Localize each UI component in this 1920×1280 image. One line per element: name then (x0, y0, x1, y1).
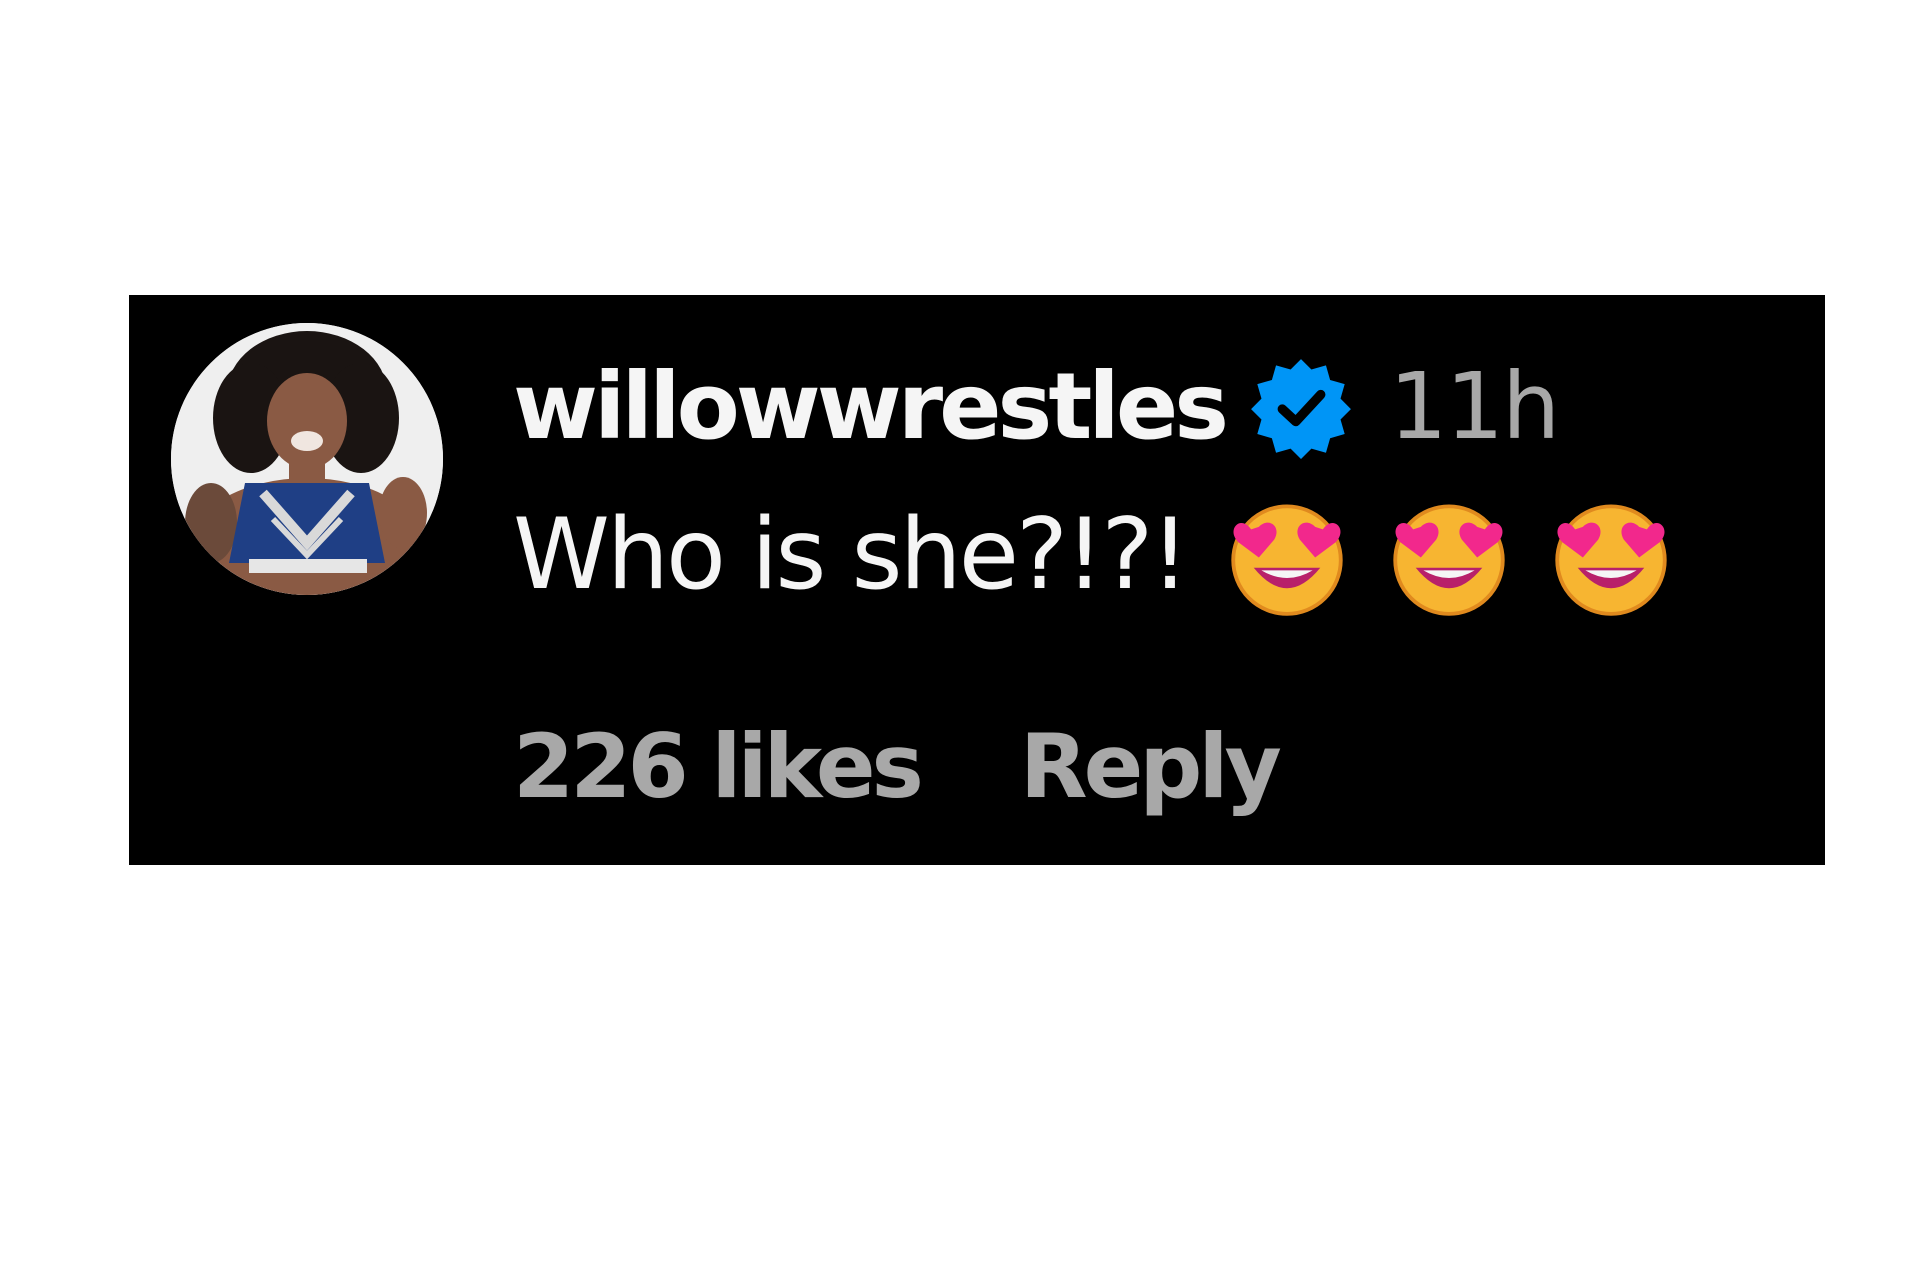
avatar-image (171, 323, 443, 595)
comment-timestamp[interactable]: 11h (1389, 361, 1560, 453)
comment-body: Who is she?!?! (513, 495, 1709, 616)
star-struck-heart-eyes-icon (1385, 491, 1513, 619)
star-struck-heart-eyes-icon (1547, 491, 1675, 619)
comment-header: willowwrestles 11h (513, 355, 1560, 459)
avatar[interactable] (171, 323, 443, 595)
comment-text: Who is she?!?! (513, 498, 1190, 612)
comment-actions: 226 likes Reply (513, 717, 1282, 817)
verified-badge-icon (1249, 355, 1353, 459)
emoji-group (1223, 491, 1709, 619)
likes-count[interactable]: 226 likes (513, 723, 924, 811)
reply-button[interactable]: Reply (1020, 723, 1282, 811)
star-struck-heart-eyes-icon (1223, 491, 1351, 619)
comment-card: willowwrestles 11h Who is she?!?! 226 li… (129, 295, 1825, 865)
page: willowwrestles 11h Who is she?!?! 226 li… (0, 0, 1920, 1280)
username-link[interactable]: willowwrestles (513, 361, 1229, 453)
